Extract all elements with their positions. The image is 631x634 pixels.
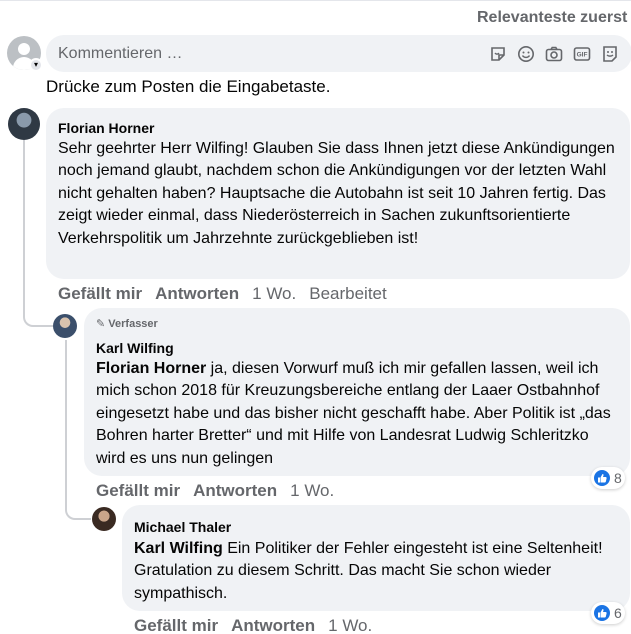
mention-link[interactable]: Karl Wilfing: [134, 540, 223, 557]
comment-actions: Gefällt mir Antworten 1 Wo. Bearbeitet: [58, 284, 400, 304]
svg-text:GIF: GIF: [577, 52, 588, 59]
thread-line: [23, 140, 25, 310]
comment-bubble: Florian Horner Sehr geehrter Herr Wilfin…: [46, 108, 630, 279]
thread-connector: [65, 500, 91, 520]
pencil-icon: ✎: [96, 318, 106, 330]
comment-bubble: Michael Thaler Karl Wilfing Ein Politike…: [122, 505, 630, 611]
chevron-down-icon[interactable]: ▾: [29, 58, 43, 72]
like-button[interactable]: Gefällt mir: [58, 284, 142, 303]
avatar[interactable]: [8, 108, 40, 140]
reply-button[interactable]: Antworten: [193, 481, 277, 500]
reaction-summary[interactable]: 6: [591, 602, 625, 624]
sticker-icon[interactable]: [489, 45, 507, 63]
comment-bubble: ✎ Verfasser Karl Wilfing Florian Horner …: [84, 308, 630, 476]
comment-text: Sehr geehrter Herr Wilfing! Glauben Sie …: [58, 140, 615, 247]
comment-author[interactable]: Karl Wilfing: [96, 340, 174, 356]
thumbs-up-icon: [594, 470, 610, 486]
reaction-count: 8: [614, 470, 622, 486]
sort-dropdown[interactable]: Relevanteste zuerst: [477, 9, 627, 27]
reply-button[interactable]: Antworten: [155, 284, 239, 303]
comment-timestamp[interactable]: 1 Wo.: [290, 481, 334, 500]
avatar-sticker-icon[interactable]: [601, 45, 619, 63]
reaction-summary[interactable]: 8: [591, 467, 625, 489]
camera-icon[interactable]: [545, 45, 563, 63]
comment-author[interactable]: Michael Thaler: [134, 519, 231, 535]
gif-icon[interactable]: GIF: [573, 45, 591, 63]
comment-timestamp[interactable]: 1 Wo.: [252, 284, 296, 303]
author-badge-label: Verfasser: [108, 318, 158, 330]
mention-link[interactable]: Florian Horner: [96, 360, 206, 377]
reaction-count: 6: [614, 605, 622, 621]
like-button[interactable]: Gefällt mir: [134, 616, 218, 634]
comment-composer[interactable]: GIF: [46, 35, 631, 72]
thread-connector: [23, 305, 53, 327]
avatar-head-shape: [18, 43, 30, 55]
thread-line: [65, 340, 67, 505]
comment-text: Florian Horner ja, diesen Vorwurf muß ic…: [96, 358, 621, 470]
composer-hint: Drücke zum Posten die Eingabetaste.: [46, 77, 331, 96]
sort-bar: Relevanteste zuerst: [0, 0, 631, 32]
thumbs-up-icon: [594, 605, 610, 621]
comment-text: Karl Wilfing Ein Politiker der Fehler ei…: [134, 538, 619, 605]
edited-label[interactable]: Bearbeitet: [309, 284, 387, 303]
like-button[interactable]: Gefällt mir: [96, 481, 180, 500]
author-badge: ✎ Verfasser: [96, 317, 158, 330]
comment-input[interactable]: [46, 35, 466, 72]
comment-actions: Gefällt mir Antworten 1 Wo.: [96, 481, 347, 501]
emoji-icon[interactable]: [517, 45, 535, 63]
comment-author[interactable]: Florian Horner: [58, 120, 154, 136]
comment-actions: Gefällt mir Antworten 1 Wo.: [134, 616, 385, 634]
avatar[interactable]: [53, 314, 77, 338]
comment-timestamp[interactable]: 1 Wo.: [328, 616, 372, 634]
reply-button[interactable]: Antworten: [231, 616, 315, 634]
avatar[interactable]: [92, 507, 116, 531]
